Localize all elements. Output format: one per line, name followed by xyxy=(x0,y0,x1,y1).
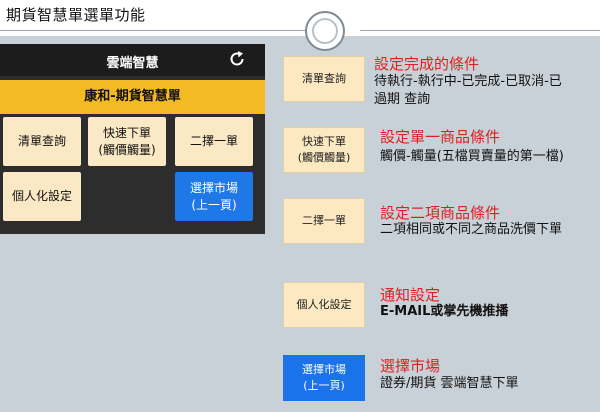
subtitle-bar: 康和-期貨智慧單 xyxy=(0,80,265,114)
personal-settings-label: 個人化設定 xyxy=(11,189,72,203)
legend-button-label: 選擇市場 xyxy=(302,363,346,376)
phone-screen: 雲端智慧 康和-期貨智慧單 清單查詢 快速下單 (觸價觸量) 二擇一單 個人化設… xyxy=(0,44,265,234)
quick-order-button[interactable]: 快速下單 (觸價觸量) xyxy=(88,117,166,166)
legend-heading-personal: 通知設定 xyxy=(380,286,441,304)
header-divider xyxy=(0,30,600,31)
legend-button-quick-order: 快速下單 (觸價觸量) xyxy=(283,127,365,173)
legend-button-personal: 個人化設定 xyxy=(283,282,365,328)
app-title-bar: 雲端智慧 xyxy=(0,44,265,76)
legend-desc-select-market: 證券/期貨 雲端智慧下單 xyxy=(380,376,519,391)
legend-button-pick-one: 二擇一單 xyxy=(283,198,365,244)
select-market-sublabel: (上一頁) xyxy=(191,197,237,212)
subtitle: 康和-期貨智慧單 xyxy=(84,89,181,104)
quick-order-sublabel: (觸價觸量) xyxy=(98,142,156,157)
refresh-icon[interactable] xyxy=(226,49,248,71)
refresh-icon-glyph xyxy=(230,51,244,66)
quick-order-label: 快速下單 xyxy=(102,125,151,140)
personal-settings-button[interactable]: 個人化設定 xyxy=(3,172,81,221)
clear-query-button[interactable]: 清單查詢 xyxy=(3,117,81,166)
legend-desc-pick-one: 二項相同或不同之商品洗價下單 xyxy=(380,222,563,237)
legend-desc-personal: E-MAIL或掌先機推播 xyxy=(380,304,509,319)
clear-query-label: 清單查詢 xyxy=(17,134,66,148)
legend-button-label: 快速下單 xyxy=(302,135,346,148)
legend-button-select-market: 選擇市場 (上一頁) xyxy=(283,355,365,401)
circle-ornament xyxy=(305,11,345,51)
legend-button-label: 二擇一單 xyxy=(302,214,346,227)
circle-ornament-inner xyxy=(312,18,338,44)
select-market-label: 選擇市場 xyxy=(189,180,238,195)
legend-heading-quick-order: 設定單一商品條件 xyxy=(380,128,501,146)
page-title: 期貨智慧單選單功能 xyxy=(6,6,146,24)
legend-button-clear-query: 清單查詢 xyxy=(283,56,365,102)
legend-button-sublabel: (上一頁) xyxy=(303,379,345,392)
legend-desc-clear-query: 待執行-執行中-已完成-已取消-已 過期 查詢 xyxy=(374,73,596,109)
legend-button-label: 個人化設定 xyxy=(296,298,352,311)
select-market-button[interactable]: 選擇市場 (上一頁) xyxy=(175,172,253,221)
legend-button-sublabel: (觸價觸量) xyxy=(297,151,351,164)
pick-one-button[interactable]: 二擇一單 xyxy=(175,117,253,166)
pick-one-label: 二擇一單 xyxy=(189,134,238,148)
legend-button-label: 清單查詢 xyxy=(302,72,346,85)
legend-heading-clear-query: 設定完成的條件 xyxy=(374,55,480,73)
legend-desc-line: 過期 查詢 xyxy=(374,92,431,107)
legend-desc-line: 待執行-執行中-已完成-已取消-已 xyxy=(374,74,562,89)
legend-heading-select-market: 選擇市場 xyxy=(380,357,441,375)
slide-header: 期貨智慧單選單功能 xyxy=(0,0,600,36)
legend-heading-pick-one: 設定二項商品條件 xyxy=(380,204,501,222)
legend-desc-quick-order: 觸價-觸量(五檔買賣量的第一檔) xyxy=(380,149,564,164)
